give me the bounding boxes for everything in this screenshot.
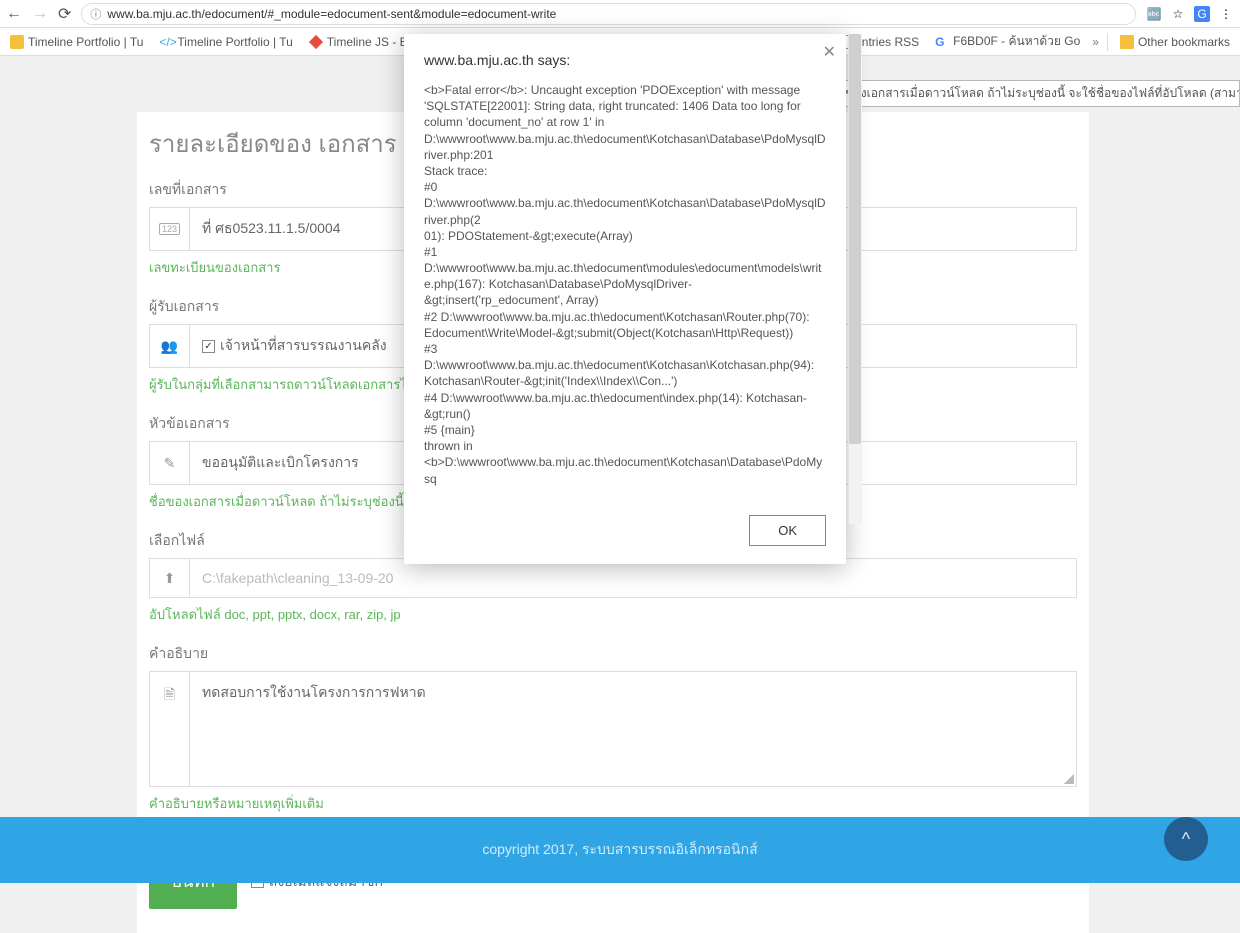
footer: copyright 2017, ระบบสารบรรณอิเล็กทรอนิกส…: [0, 817, 1240, 883]
docno-icon: 123: [149, 207, 189, 251]
bookmark-item[interactable]: Timeline JS - B: [305, 33, 412, 51]
dialog-title: www.ba.mju.ac.th says:: [424, 52, 826, 68]
scroll-top-button[interactable]: ^: [1164, 817, 1208, 861]
close-icon[interactable]: ✕: [823, 42, 836, 62]
tooltip: ชื่อของเอกสารเมื่อดาวน์โหลด ถ้าไม่ระบุช่…: [823, 80, 1240, 107]
dialog-message: <b>Fatal error</b>: Uncaught exception '…: [424, 82, 826, 487]
file-text-icon: 🗎: [149, 671, 189, 787]
error-line: 01): PDOStatement-&gt;execute(Array): [424, 228, 826, 244]
browser-toolbar: ← → ⟳ ⓘ www.ba.mju.ac.th/edocument/#_mod…: [0, 0, 1240, 28]
bookmark-icon: G: [935, 35, 949, 49]
ok-button[interactable]: OK: [749, 515, 826, 546]
scrollbar-thumb[interactable]: [849, 34, 861, 444]
error-line: #2 D:\wwwroot\www.ba.mju.ac.th\edocument…: [424, 309, 826, 341]
url-text: www.ba.mju.ac.th/edocument/#_module=edoc…: [107, 7, 556, 21]
bookmark-icon: [10, 35, 24, 49]
file-hint: อัปโหลดไฟล์ doc, ppt, pptx, docx, rar, z…: [149, 604, 1077, 625]
bookmark-icon: </>: [159, 35, 173, 49]
bookmark-item[interactable]: GF6BD0F - ค้นหาด้วย Go: [931, 30, 1084, 53]
pencil-icon: ✎: [149, 441, 189, 485]
menu-icon[interactable]: ⋮: [1218, 6, 1234, 22]
error-line: <b>Fatal error</b>: Uncaught exception '…: [424, 82, 826, 163]
bookmark-icon: [309, 35, 323, 49]
bookmark-item[interactable]: </>Timeline Portfolio | Tu: [155, 33, 296, 51]
desc-hint: คำอธิบายหรือหมายเหตุเพิ่มเติม: [149, 793, 1077, 814]
bookmarks-overflow[interactable]: »: [1092, 35, 1099, 49]
file-input[interactable]: C:\fakepath\cleaning_13-09-20: [189, 558, 1077, 598]
extension-icon[interactable]: G: [1194, 6, 1210, 22]
folder-icon: [1120, 35, 1134, 49]
error-line: #5 {main}: [424, 422, 826, 438]
reload-icon[interactable]: ⟳: [58, 4, 71, 24]
error-line: Stack trace:: [424, 163, 826, 179]
error-line: #4 D:\wwwroot\www.ba.mju.ac.th\edocument…: [424, 390, 826, 422]
receiver-icon: 👥: [149, 324, 189, 368]
desc-textarea[interactable]: ทดสอบการใช้งานโครงการการฟหาด: [189, 671, 1077, 787]
error-line: #0 D:\wwwroot\www.ba.mju.ac.th\edocument…: [424, 179, 826, 228]
forward-icon[interactable]: →: [32, 5, 48, 23]
other-bookmarks[interactable]: Other bookmarks: [1116, 33, 1234, 51]
alert-dialog: ✕ www.ba.mju.ac.th says: <b>Fatal error<…: [404, 34, 846, 564]
site-info-icon[interactable]: ⓘ: [90, 6, 101, 22]
error-line: #1 D:\wwwroot\www.ba.mju.ac.th\edocument…: [424, 244, 826, 309]
bookmark-item[interactable]: Timeline Portfolio | Tu: [6, 33, 147, 51]
upload-icon[interactable]: ⬆: [149, 558, 189, 598]
star-icon[interactable]: ☆: [1170, 6, 1186, 22]
desc-label: คำอธิบาย: [149, 643, 1077, 665]
checkbox[interactable]: ✓: [202, 340, 215, 353]
error-line: thrown in <b>D:\wwwroot\www.ba.mju.ac.th…: [424, 438, 826, 487]
back-icon[interactable]: ←: [6, 5, 22, 23]
resize-grip-icon[interactable]: [1064, 774, 1074, 784]
browser-right-icons: 🔤 ☆ G ⋮: [1146, 6, 1234, 22]
translate-icon[interactable]: 🔤: [1146, 6, 1162, 22]
error-line: #3 D:\wwwroot\www.ba.mju.ac.th\edocument…: [424, 341, 826, 390]
address-bar[interactable]: ⓘ www.ba.mju.ac.th/edocument/#_module=ed…: [81, 3, 1136, 25]
footer-text: copyright 2017, ระบบสารบรรณอิเล็กทรอนิกส…: [482, 839, 757, 861]
